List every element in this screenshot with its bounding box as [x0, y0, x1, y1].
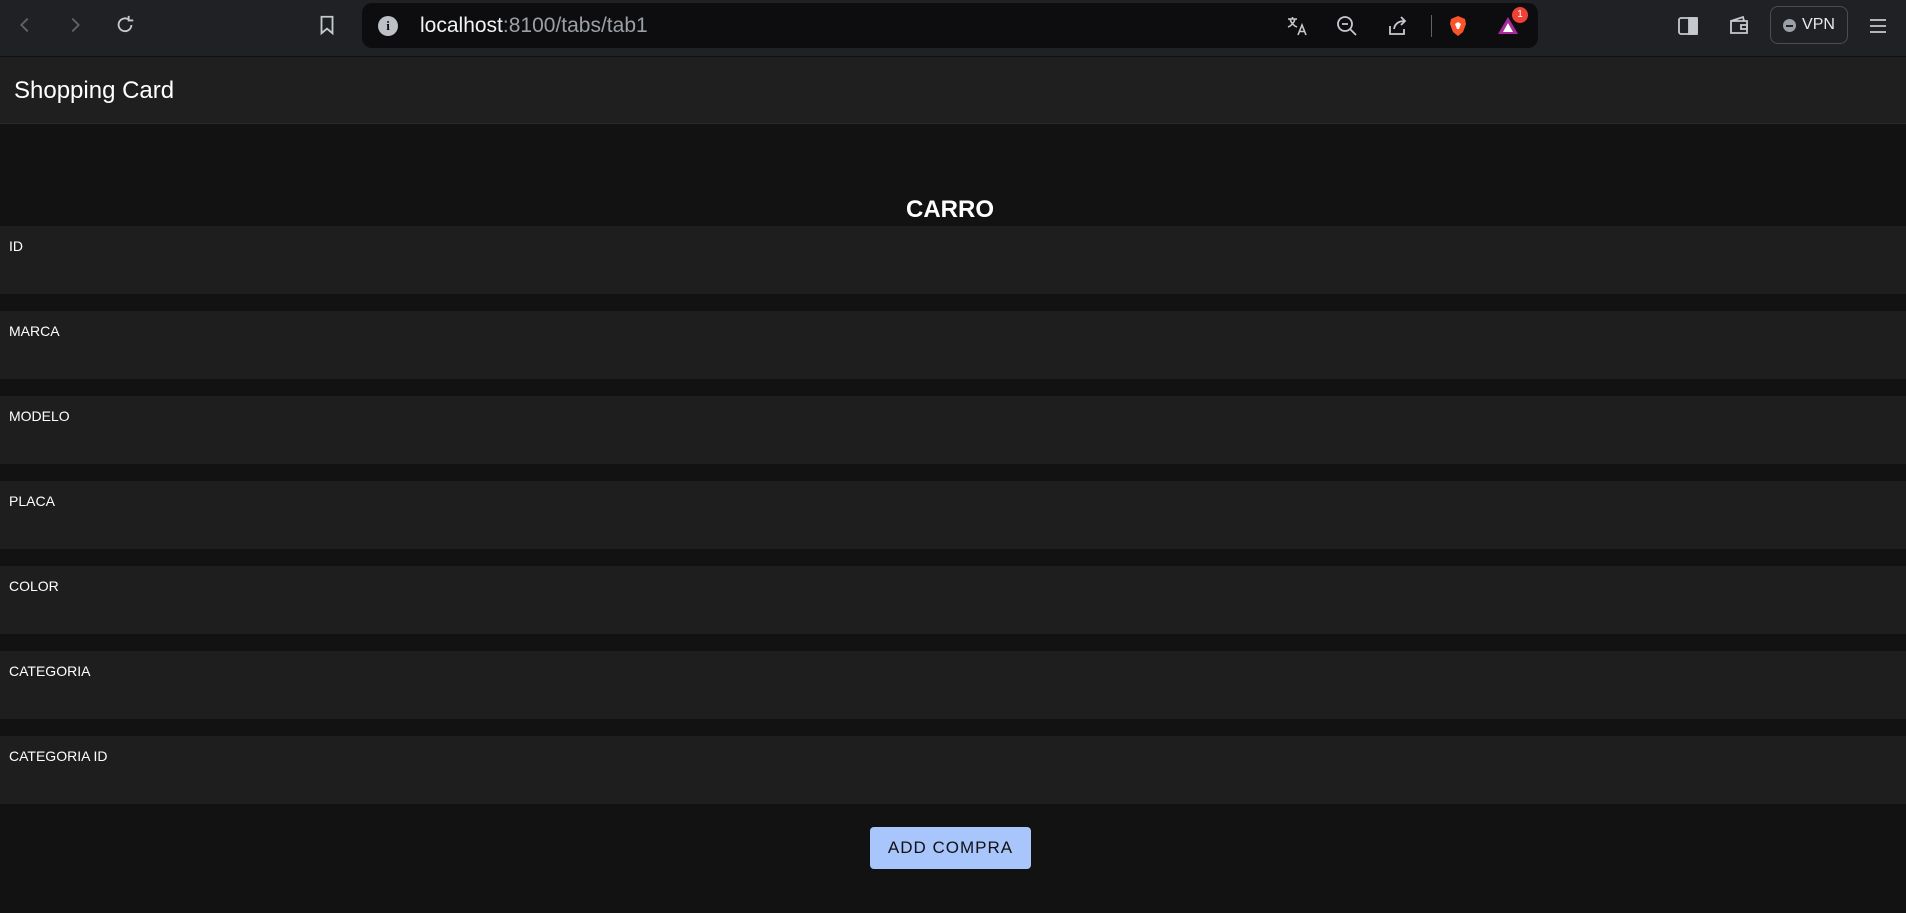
categoria-id-field[interactable]: CATEGORIA ID	[0, 736, 1906, 804]
back-icon[interactable]	[10, 10, 40, 40]
brave-rewards-icon[interactable]: 1	[1494, 7, 1528, 39]
modelo-input[interactable]	[9, 428, 1889, 456]
color-input[interactable]	[9, 598, 1889, 626]
modelo-label: MODELO	[9, 408, 70, 424]
share-icon[interactable]	[1384, 13, 1412, 39]
wallet-icon[interactable]	[1726, 12, 1754, 40]
id-field[interactable]: ID	[0, 226, 1906, 294]
categoria-input[interactable]	[9, 683, 1889, 711]
url-text[interactable]: localhost:8100/tabs/tab1	[420, 14, 648, 38]
marca-field[interactable]: MARCA	[0, 311, 1906, 379]
divider	[1431, 15, 1432, 37]
placa-field[interactable]: PLACA	[0, 481, 1906, 549]
id-label: ID	[9, 238, 23, 254]
main-content: CARRO ID MARCA MODELO PLACA COLOR CATEGO…	[0, 124, 1906, 913]
vpn-label: VPN	[1802, 16, 1835, 33]
vpn-button[interactable]: VPN	[1770, 6, 1848, 44]
address-bar[interactable]: i localhost:8100/tabs/tab1 1	[362, 3, 1538, 48]
reload-icon[interactable]	[110, 10, 140, 40]
menu-icon[interactable]	[1864, 12, 1892, 40]
marca-label: MARCA	[9, 323, 60, 339]
brave-shield-icon[interactable]	[1444, 13, 1472, 39]
add-compra-button[interactable]: ADD COMPRA	[870, 827, 1031, 869]
info-icon[interactable]: i	[378, 16, 398, 36]
notification-badge: 1	[1512, 7, 1528, 23]
categoria-label: CATEGORIA	[9, 663, 91, 679]
color-field[interactable]: COLOR	[0, 566, 1906, 634]
url-path: :8100/tabs/tab1	[502, 14, 648, 37]
forward-icon[interactable]	[60, 10, 90, 40]
browser-toolbar: i localhost:8100/tabs/tab1 1 VPN	[0, 0, 1906, 56]
marca-input[interactable]	[9, 343, 1889, 371]
translate-icon[interactable]	[1283, 13, 1311, 39]
placa-input[interactable]	[9, 513, 1889, 541]
categoria-field[interactable]: CATEGORIA	[0, 651, 1906, 719]
app-header: Shopping Card	[0, 57, 1906, 124]
zoom-out-icon[interactable]	[1333, 13, 1361, 39]
id-input[interactable]	[9, 258, 1889, 286]
modelo-field[interactable]: MODELO	[0, 396, 1906, 464]
placa-label: PLACA	[9, 493, 55, 509]
form-heading: CARRO	[906, 196, 994, 223]
categoria-id-label: CATEGORIA ID	[9, 748, 108, 764]
bookmark-icon[interactable]	[312, 10, 342, 40]
url-host: localhost	[420, 14, 503, 37]
page-title: Shopping Card	[14, 77, 175, 104]
sidebar-icon[interactable]	[1674, 12, 1702, 40]
categoria-id-input[interactable]	[9, 768, 1889, 796]
color-label: COLOR	[9, 578, 59, 594]
vpn-status-icon	[1783, 18, 1797, 32]
